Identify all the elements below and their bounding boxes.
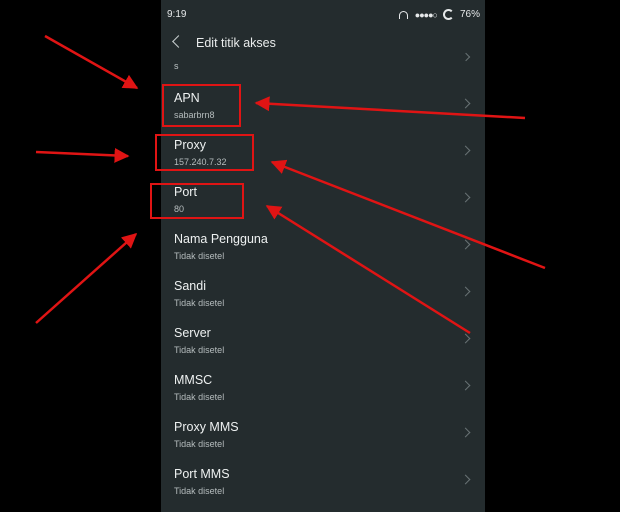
- setting-label: MMSC: [174, 373, 213, 387]
- app-bar: Edit titik akses: [161, 28, 485, 60]
- setting-value: 157.240.7.32: [174, 157, 227, 167]
- chevron-right-icon: [460, 239, 471, 250]
- partial-row-value: s: [174, 61, 179, 71]
- battery-level: 76%: [459, 9, 480, 20]
- setting-label: Proxy: [174, 138, 206, 152]
- back-arrow-icon[interactable]: [172, 35, 185, 48]
- status-time: 9:19: [167, 9, 187, 20]
- chevron-right-icon: [460, 333, 471, 344]
- setting-row-username[interactable]: Nama Pengguna Tidak disetel: [161, 221, 485, 268]
- setting-value: Tidak disetel: [174, 439, 225, 449]
- setting-row-mms-proxy[interactable]: Proxy MMS Tidak disetel: [161, 409, 485, 456]
- chevron-right-icon: [460, 380, 471, 391]
- status-icons: ●●●●○ 76%: [398, 9, 480, 20]
- setting-value: Tidak disetel: [174, 486, 225, 496]
- status-bar: 9:19 ●●●●○ 76%: [161, 0, 485, 28]
- setting-value: Tidak disetel: [174, 392, 225, 402]
- headphone-icon: [398, 10, 408, 19]
- setting-value: Tidak disetel: [174, 251, 225, 261]
- setting-label: APN: [174, 91, 200, 105]
- setting-row-mmsc[interactable]: MMSC Tidak disetel: [161, 362, 485, 409]
- setting-row-server[interactable]: Server Tidak disetel: [161, 315, 485, 362]
- setting-row-password[interactable]: Sandi Tidak disetel: [161, 268, 485, 315]
- setting-row-port[interactable]: Port 80: [161, 174, 485, 221]
- loading-icon: [442, 9, 454, 20]
- setting-row-apn[interactable]: APN sabarbrn8: [161, 80, 485, 127]
- setting-value: Tidak disetel: [174, 298, 225, 308]
- chevron-right-icon: [460, 286, 471, 297]
- chevron-right-icon: [460, 427, 471, 438]
- setting-value: Tidak disetel: [174, 345, 225, 355]
- arrow-icon: [44, 34, 139, 90]
- signal-dots-icon: ●●●●○: [414, 9, 438, 20]
- setting-label: Server: [174, 326, 211, 340]
- setting-row-mms-port[interactable]: Port MMS Tidak disetel: [161, 456, 485, 503]
- setting-label: Port: [174, 185, 197, 199]
- setting-label: Nama Pengguna: [174, 232, 268, 246]
- setting-value: sabarbrn8: [174, 110, 215, 120]
- arrow-icon: [35, 147, 130, 163]
- phone-screen: 9:19 ●●●●○ 76% Edit titik akses s APN sa…: [161, 0, 485, 512]
- setting-label: Proxy MMS: [174, 420, 239, 434]
- chevron-right-icon: [460, 98, 471, 109]
- page-title: Edit titik akses: [196, 36, 276, 50]
- chevron-right-icon: [460, 145, 471, 156]
- setting-value: 80: [174, 204, 185, 214]
- setting-label: Sandi: [174, 279, 206, 293]
- chevron-right-icon: [460, 474, 471, 485]
- setting-row-proxy[interactable]: Proxy 157.240.7.32: [161, 127, 485, 174]
- setting-label: Port MMS: [174, 467, 230, 481]
- arrow-icon: [35, 233, 138, 324]
- chevron-right-icon: [460, 192, 471, 203]
